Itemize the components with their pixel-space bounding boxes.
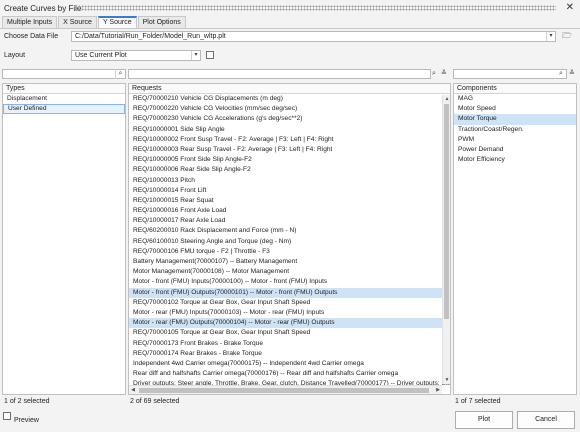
list-item[interactable]: REQ/70000173 Front Brakes - Brake Torque bbox=[129, 339, 450, 349]
tab-bar: Multiple Inputs X Source Y Source Plot O… bbox=[2, 16, 187, 28]
list-item[interactable]: REQ/70000220 Vehicle CG Velocities (mm/s… bbox=[129, 104, 450, 114]
data-file-path: C:/Data/Tutorial/Run_Folder/Model_Run_wl… bbox=[75, 33, 226, 40]
components-search-input[interactable] bbox=[453, 69, 567, 79]
list-item[interactable]: REQ/10000014 Front Lift bbox=[129, 186, 450, 196]
requests-status: 2 of 69 selected bbox=[130, 398, 180, 405]
list-item[interactable]: REQ/10000001 Side Slip Angle bbox=[129, 125, 450, 135]
list-item[interactable]: Motor Speed bbox=[454, 104, 576, 114]
tab-x-source[interactable]: X Source bbox=[58, 16, 97, 28]
requests-header: Requests bbox=[129, 84, 450, 94]
window-title: Create Curves by File bbox=[4, 3, 82, 13]
types-status: 1 of 2 selected bbox=[4, 398, 50, 405]
data-file-label: Choose Data File bbox=[4, 33, 59, 40]
list-item[interactable]: REQ/10000017 Rear Axle Load bbox=[129, 216, 450, 226]
components-list: MAG Motor Speed Motor Torque Traction/Coast… bbox=[454, 94, 576, 165]
types-header: Types bbox=[3, 84, 125, 94]
components-status: 1 of 7 selected bbox=[455, 398, 501, 405]
list-item[interactable]: MAG bbox=[454, 94, 576, 104]
collapse-icon[interactable]: ≚ bbox=[569, 69, 575, 79]
components-header: Components bbox=[454, 84, 576, 94]
preview-label: Preview bbox=[14, 417, 39, 424]
list-item[interactable]: Independent 4wd Carrier omega(70000175) … bbox=[129, 359, 450, 369]
chevron-down-icon[interactable]: ▾ bbox=[191, 51, 200, 60]
list-item[interactable]: REQ/70000102 Torque at Gear Box, Gear In… bbox=[129, 298, 450, 308]
list-item[interactable]: Motor Management(70000108) -- Motor Mana… bbox=[129, 267, 450, 277]
list-item[interactable]: Motor - front (FMU) Inputs(70000100) -- … bbox=[129, 277, 450, 287]
list-item[interactable]: Motor Torque bbox=[454, 114, 576, 125]
layout-label: Layout bbox=[4, 52, 26, 59]
list-item[interactable]: REQ/60200010 Rack Displacement and Force… bbox=[129, 226, 450, 236]
drag-grip[interactable] bbox=[78, 5, 556, 11]
tab-divider bbox=[0, 28, 580, 29]
list-item[interactable]: Displacement bbox=[3, 94, 125, 104]
vertical-scrollbar[interactable]: ▲ ▼ bbox=[442, 95, 450, 384]
list-item[interactable]: REQ/10000002 Front Susp Travel - F2: Ave… bbox=[129, 135, 450, 145]
tab-multiple-inputs[interactable]: Multiple Inputs bbox=[2, 16, 58, 28]
list-item[interactable]: REQ/10000003 Rear Susp Travel - F2: Aver… bbox=[129, 145, 450, 155]
requests-search-input[interactable] bbox=[128, 69, 431, 79]
horizontal-scrollbar[interactable]: ◀ ▶ bbox=[129, 385, 442, 394]
scroll-right-icon[interactable]: ▶ bbox=[434, 386, 442, 394]
list-item[interactable]: User Defined bbox=[3, 104, 125, 115]
layout-value: Use Current Plot bbox=[75, 52, 127, 59]
requests-panel: Requests REQ/70000210 Vehicle CG Displac… bbox=[128, 83, 451, 395]
scroll-thumb[interactable] bbox=[139, 388, 429, 393]
search-icon[interactable]: ⌕ bbox=[115, 69, 125, 79]
requests-list: REQ/70000210 Vehicle CG Displacements (m… bbox=[129, 94, 450, 389]
search-icon[interactable]: ⌕ bbox=[559, 69, 563, 79]
list-item[interactable]: REQ/70000174 Rear Brakes - Brake Torque bbox=[129, 349, 450, 359]
tab-y-source[interactable]: Y Source bbox=[97, 16, 137, 28]
scroll-thumb[interactable] bbox=[444, 104, 449, 319]
list-item[interactable]: Motor Efficiency bbox=[454, 155, 576, 165]
scroll-left-icon[interactable]: ◀ bbox=[129, 386, 137, 394]
scroll-down-icon[interactable]: ▼ bbox=[443, 376, 450, 384]
collapse-icon[interactable]: ≚ bbox=[441, 69, 447, 79]
list-item[interactable]: REQ/70000230 Vehicle CG Accelerations (g… bbox=[129, 114, 450, 124]
list-item[interactable]: REQ/70000105 Torque at Gear Box, Gear In… bbox=[129, 328, 450, 338]
list-item[interactable]: PWM bbox=[454, 135, 576, 145]
list-item[interactable]: REQ/10000006 Rear Side Slip Angle-F2 bbox=[129, 165, 450, 175]
preview-checkbox[interactable] bbox=[3, 412, 11, 420]
search-icon[interactable]: ⌕ bbox=[432, 69, 436, 79]
list-item[interactable]: Motor - rear (FMU) Inputs(70000103) -- M… bbox=[129, 308, 450, 318]
list-item[interactable]: REQ/10000016 Front Axle Load bbox=[129, 206, 450, 216]
cancel-button[interactable]: Cancel bbox=[517, 411, 575, 429]
folder-open-icon[interactable]: 🗁 bbox=[561, 31, 573, 42]
plot-button[interactable]: Plot bbox=[455, 411, 513, 429]
layout-select[interactable]: Use Current Plot ▾ bbox=[71, 50, 201, 61]
chevron-down-icon[interactable]: ▾ bbox=[546, 32, 555, 41]
list-item[interactable]: Motor - front (FMU) Outputs(70000101) --… bbox=[129, 287, 450, 298]
tab-plot-options[interactable]: Plot Options bbox=[137, 16, 186, 28]
types-search-input[interactable]: ⌕ bbox=[2, 69, 126, 79]
list-item[interactable]: Motor - rear (FMU) Outputs(70000104) -- … bbox=[129, 318, 450, 329]
data-file-input[interactable]: C:/Data/Tutorial/Run_Folder/Model_Run_wl… bbox=[71, 31, 556, 42]
list-item[interactable]: Rear diff and halfshafts Carrier omega(7… bbox=[129, 369, 450, 379]
list-item[interactable]: Power Demand bbox=[454, 145, 576, 155]
close-icon[interactable]: ✕ bbox=[566, 2, 574, 13]
list-item[interactable]: REQ/70000210 Vehicle CG Displacements (m… bbox=[129, 94, 450, 104]
list-item[interactable]: REQ/10000005 Front Side Slip Angle-F2 bbox=[129, 155, 450, 165]
title-bar: Create Curves by File ✕ bbox=[0, 0, 580, 16]
list-item[interactable]: REQ/70000106 FMU torque - F2 | Throttle … bbox=[129, 247, 450, 257]
list-item[interactable]: Battery Management(70000107) -- Battery … bbox=[129, 257, 450, 267]
scroll-up-icon[interactable]: ▲ bbox=[443, 95, 450, 103]
types-panel: Types Displacement User Defined bbox=[2, 83, 126, 395]
list-item[interactable]: REQ/10000013 Pitch bbox=[129, 176, 450, 186]
list-item[interactable]: REQ/10000015 Rear Squat bbox=[129, 196, 450, 206]
components-panel: Components MAG Motor Speed Motor Torque Tra… bbox=[453, 83, 577, 395]
list-item[interactable]: Traction/Coast/Regen. bbox=[454, 125, 576, 135]
layout-checkbox[interactable] bbox=[206, 51, 214, 59]
list-item[interactable]: REQ/60100010 Steering Angle and Torque (… bbox=[129, 237, 450, 247]
